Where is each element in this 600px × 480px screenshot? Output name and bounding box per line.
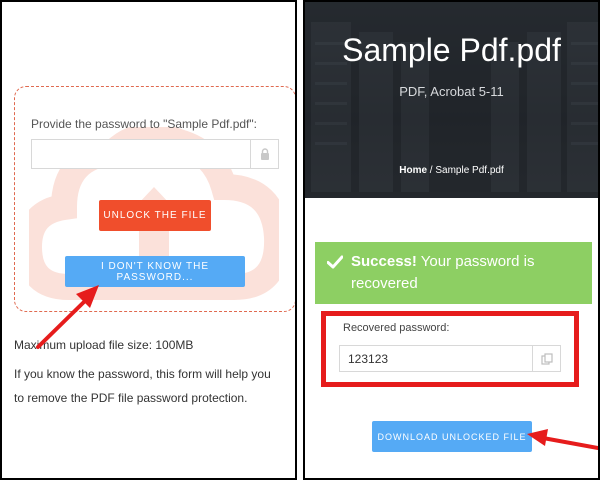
password-prompt-label: Provide the password to "Sample Pdf.pdf"… bbox=[31, 117, 257, 131]
hero-banner: Sample Pdf.pdf PDF, Acrobat 5-11 Home / … bbox=[305, 2, 598, 198]
breadcrumb-current: Sample Pdf.pdf bbox=[435, 165, 504, 176]
recovered-password-label: Recovered password: bbox=[343, 322, 450, 334]
success-message: Success! Your password is recovered bbox=[327, 251, 582, 295]
unlock-form-panel: Provide the password to "Sample Pdf.pdf"… bbox=[0, 0, 297, 480]
lock-icon bbox=[250, 140, 278, 168]
password-input[interactable] bbox=[32, 140, 250, 168]
success-strong: Success! bbox=[351, 253, 417, 270]
page-title: Sample Pdf.pdf bbox=[342, 32, 561, 68]
max-upload-size: Maximum upload file size: 100MB bbox=[14, 338, 194, 352]
recovered-password-field bbox=[339, 345, 561, 372]
recovered-password-input[interactable] bbox=[340, 346, 532, 371]
success-alert: Success! Your password is recovered bbox=[315, 242, 592, 304]
help-text: If you know the password, this form will… bbox=[14, 367, 271, 405]
unlock-file-button[interactable]: UNLOCK THE FILE bbox=[99, 200, 211, 231]
page-subtitle: PDF, Acrobat 5-11 bbox=[399, 84, 504, 99]
checkmark-icon bbox=[327, 255, 343, 269]
breadcrumb-home-link[interactable]: Home bbox=[399, 165, 427, 176]
dont-know-password-button[interactable]: I DON'T KNOW THE PASSWORD... bbox=[65, 256, 245, 287]
result-panel: Sample Pdf.pdf PDF, Acrobat 5-11 Home / … bbox=[303, 0, 600, 480]
download-unlocked-file-button[interactable]: DOWNLOAD UNLOCKED FILE bbox=[372, 421, 532, 452]
password-field bbox=[31, 139, 279, 169]
upload-dropzone[interactable]: Provide the password to "Sample Pdf.pdf"… bbox=[14, 86, 295, 312]
breadcrumb: Home / Sample Pdf.pdf bbox=[305, 165, 598, 176]
copy-icon[interactable] bbox=[532, 346, 560, 371]
